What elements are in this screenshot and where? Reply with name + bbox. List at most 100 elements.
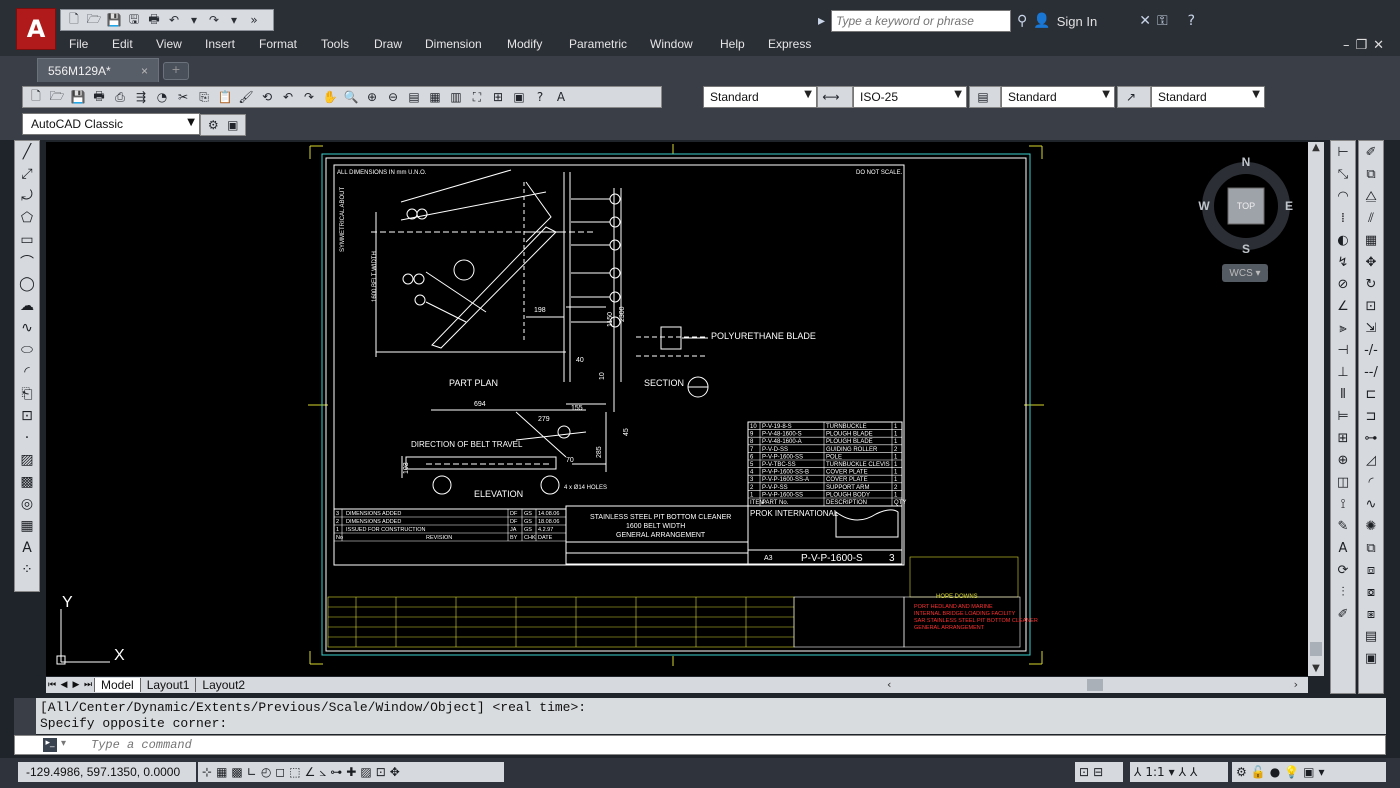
plot-icon[interactable]: 🖶 xyxy=(145,11,163,29)
dim-radius-icon[interactable]: ◐ xyxy=(1331,229,1355,251)
rotate-icon[interactable]: ↻ xyxy=(1359,273,1383,295)
open-file-icon[interactable]: 🗁 xyxy=(85,11,103,29)
ortho-mode-icon[interactable]: ∟ xyxy=(247,765,257,779)
viewcube-face[interactable]: TOP xyxy=(1237,201,1255,211)
break-icon[interactable]: ⊐ xyxy=(1359,405,1383,427)
cut-icon[interactable]: ✂ xyxy=(174,88,192,106)
3d-osnap-icon[interactable]: ⬚ xyxy=(289,765,300,779)
qnew-icon[interactable]: 🗋 xyxy=(27,88,45,106)
menu-draw[interactable]: Draw xyxy=(374,37,402,51)
table-icon[interactable]: ▦ xyxy=(15,515,39,537)
menu-modify[interactable]: Modify xyxy=(507,37,542,51)
hardware-acceleration-icon[interactable]: ● xyxy=(1270,765,1280,779)
table-style-icon[interactable]: ▤ xyxy=(974,88,992,106)
blend-icon[interactable]: ∿ xyxy=(1359,493,1383,515)
chamfer-icon[interactable]: ◿ xyxy=(1359,449,1383,471)
copy-object-icon[interactable]: ⧉ xyxy=(1359,163,1383,185)
hatch-icon[interactable]: ▨ xyxy=(15,449,39,471)
clean-screen-icon[interactable]: ▣ xyxy=(1303,765,1314,779)
expand-search-icon[interactable]: ▸ xyxy=(818,13,825,29)
tab-layout2[interactable]: Layout2 xyxy=(195,678,251,692)
publish-icon[interactable]: ⇶ xyxy=(132,88,150,106)
zoom-realtime-icon[interactable]: 🔍 xyxy=(342,88,360,106)
undo-icon[interactable]: ↶ xyxy=(279,88,297,106)
erase-icon[interactable]: ✐ xyxy=(1359,141,1383,163)
design-center-icon[interactable]: ▦ xyxy=(426,88,444,106)
annotation-scale-icon[interactable]: ⅄ xyxy=(1134,765,1141,779)
offset-icon[interactable]: ⫽ xyxy=(1359,207,1383,229)
first-layout-icon[interactable]: ⏮ xyxy=(46,680,58,690)
hatch-back-icon[interactable]: ▤ xyxy=(1359,625,1383,647)
lock-ui-icon[interactable]: 🔓 xyxy=(1251,765,1266,779)
dynamic-ucs-icon[interactable]: ⦣ xyxy=(319,765,326,780)
properties-icon[interactable]: ▤ xyxy=(405,88,423,106)
save-icon[interactable]: 💾 xyxy=(69,88,87,106)
scroll-up-icon[interactable]: ▲ xyxy=(1308,142,1324,153)
close-window-icon[interactable]: ✕ xyxy=(1373,38,1390,53)
menu-edit[interactable]: Edit xyxy=(112,37,133,51)
copy-icon[interactable]: ⎘ xyxy=(195,88,213,106)
dim-style-icon[interactable]: ⫶ xyxy=(1331,581,1355,603)
scroll-thumb-horizontal[interactable] xyxy=(1087,679,1103,691)
line-icon[interactable]: ╱ xyxy=(15,141,39,163)
spline-icon[interactable]: ∿ xyxy=(15,317,39,339)
fillet-icon[interactable]: ◜ xyxy=(1359,471,1383,493)
add-selected-icon[interactable]: ⁘ xyxy=(15,559,39,581)
tool-palettes-icon[interactable]: ▥ xyxy=(447,88,465,106)
quickcalc-icon[interactable]: ▣ xyxy=(510,88,528,106)
point-icon[interactable]: · xyxy=(15,427,39,449)
polyline-icon[interactable]: ⤾ xyxy=(15,185,39,207)
last-layout-icon[interactable]: ⏭ xyxy=(82,680,94,690)
menu-view[interactable]: View xyxy=(156,37,182,51)
menu-parametric[interactable]: Parametric xyxy=(569,37,627,51)
minimize-icon[interactable]: – xyxy=(1343,38,1356,53)
join-icon[interactable]: ⊶ xyxy=(1359,427,1383,449)
auto-scale-icon[interactable]: ⅄ xyxy=(1190,765,1197,779)
annotation-visibility-icon[interactable]: ⅄ xyxy=(1179,765,1186,779)
text-style-dropdown[interactable]: Standard ▼ xyxy=(703,86,817,108)
inspection-icon[interactable]: ◫ xyxy=(1331,471,1355,493)
insert-block-icon[interactable]: ⎗ xyxy=(15,383,39,405)
mleader-style-dropdown[interactable]: Standard ▼ xyxy=(1151,86,1265,108)
vertical-scrollbar[interactable]: ▲ ▼ xyxy=(1308,142,1324,676)
mirror-icon[interactable]: ⧋ xyxy=(1359,185,1383,207)
dim-diameter-icon[interactable]: ⊘ xyxy=(1331,273,1355,295)
zoom-previous-icon[interactable]: ⊖ xyxy=(384,88,402,106)
menu-tools[interactable]: Tools xyxy=(321,37,349,51)
isolate-objects-icon[interactable]: 💡 xyxy=(1284,765,1299,779)
plot-icon[interactable]: 🖶 xyxy=(90,88,108,106)
customize-qat-icon[interactable]: » xyxy=(245,11,263,29)
recent-commands-icon[interactable]: ▾ xyxy=(61,738,66,749)
markup-icon[interactable]: ⊞ xyxy=(489,88,507,106)
rectangle-icon[interactable]: ▭ xyxy=(15,229,39,251)
document-tab[interactable]: 556M129A* × xyxy=(37,58,159,82)
open-icon[interactable]: 🗁 xyxy=(48,88,66,106)
horizontal-scrollbar[interactable]: ‹ › xyxy=(877,677,1308,693)
menu-file[interactable]: File xyxy=(69,37,88,51)
lineweight-icon[interactable]: ✚ xyxy=(346,765,356,779)
command-prompt-icon[interactable]: ▸_ xyxy=(43,738,57,752)
scroll-down-icon[interactable]: ▼ xyxy=(1308,663,1324,674)
menu-format[interactable]: Format xyxy=(259,37,297,51)
sign-in-link[interactable]: Sign In xyxy=(1057,14,1097,29)
redo-icon[interactable]: ↷ xyxy=(205,11,223,29)
dynamic-input-icon[interactable]: ⊶ xyxy=(330,765,342,779)
pan-icon[interactable]: ✋ xyxy=(321,88,339,106)
user-icon[interactable]: 👤 xyxy=(1033,13,1050,29)
3d-dwf-icon[interactable]: ◔ xyxy=(153,88,171,106)
next-layout-icon[interactable]: ▶ xyxy=(70,680,82,690)
drawing-canvas[interactable]: ALL DIMENSIONS IN mm U.N.O. DO NOT SCALE… xyxy=(46,142,1308,676)
coordinates-readout[interactable]: -129.4986, 597.1350, 0.0000 xyxy=(18,762,196,782)
undo-icon[interactable]: ↶ xyxy=(165,11,183,29)
infer-constraints-icon[interactable]: ⊹ xyxy=(202,765,212,779)
stay-connected-icon[interactable]: ⚿ xyxy=(1157,13,1168,29)
stretch-icon[interactable]: ⇲ xyxy=(1359,317,1383,339)
new-file-icon[interactable]: 🗋 xyxy=(65,11,83,29)
help-icon[interactable]: ? xyxy=(1188,13,1195,29)
tolerance-icon[interactable]: ⊞ xyxy=(1331,427,1355,449)
menu-help[interactable]: Help xyxy=(720,37,745,51)
new-drawing-tab-button[interactable]: + xyxy=(163,62,189,80)
text-front-icon[interactable]: ⧆ xyxy=(1359,603,1383,625)
command-line[interactable]: ▸_ ▾ xyxy=(14,735,1386,755)
command-input[interactable] xyxy=(89,736,489,754)
